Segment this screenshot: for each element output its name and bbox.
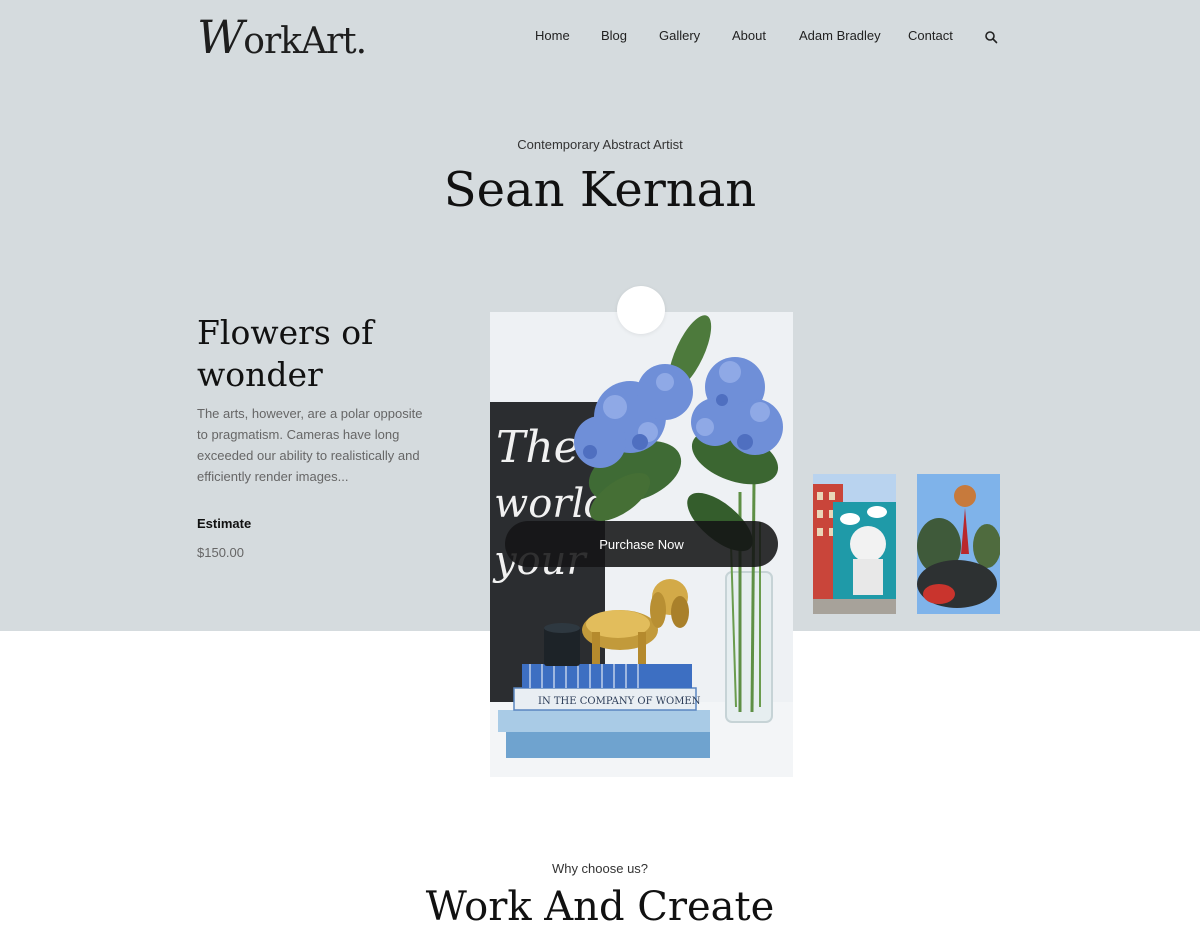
estimate-value: $150.00 xyxy=(197,545,244,560)
section-title: Work And Create xyxy=(425,884,775,930)
search-icon[interactable] xyxy=(984,30,998,44)
estimate-label: Estimate xyxy=(197,516,252,531)
hero-title: Sean Kernan xyxy=(443,162,757,218)
artwork-thumbnail[interactable] xyxy=(813,474,896,614)
main-nav: Home Blog Gallery About Adam Bradley Con… xyxy=(0,28,1200,48)
chalkboard-text: The xyxy=(496,422,580,473)
plus-icon[interactable]: plus-icon xyxy=(617,286,665,334)
nav-gallery[interactable]: Gallery xyxy=(659,28,700,43)
artwork-thumbnail[interactable] xyxy=(917,474,1000,614)
nav-blog[interactable]: Blog xyxy=(601,28,627,43)
nav-contact[interactable]: Contact xyxy=(908,28,953,43)
hero-subtitle: Contemporary Abstract Artist xyxy=(517,137,683,152)
artwork-description: The arts, however, are a polar opposite … xyxy=(197,406,423,484)
purchase-now-button[interactable]: Purchase Now xyxy=(505,521,778,567)
nav-adam-bradley[interactable]: Adam Bradley xyxy=(799,28,881,43)
artwork-title: Flowers of wonder xyxy=(197,312,437,396)
nav-home[interactable]: Home xyxy=(535,28,570,43)
nav-about[interactable]: About xyxy=(732,28,766,43)
artwork-title-line1: Flowers of xyxy=(197,313,374,352)
why-choose-label: Why choose us? xyxy=(551,861,649,876)
artwork-title-line2: wonder xyxy=(197,355,323,394)
book-spine-text: IN THE COMPANY OF WOMEN xyxy=(538,696,701,707)
